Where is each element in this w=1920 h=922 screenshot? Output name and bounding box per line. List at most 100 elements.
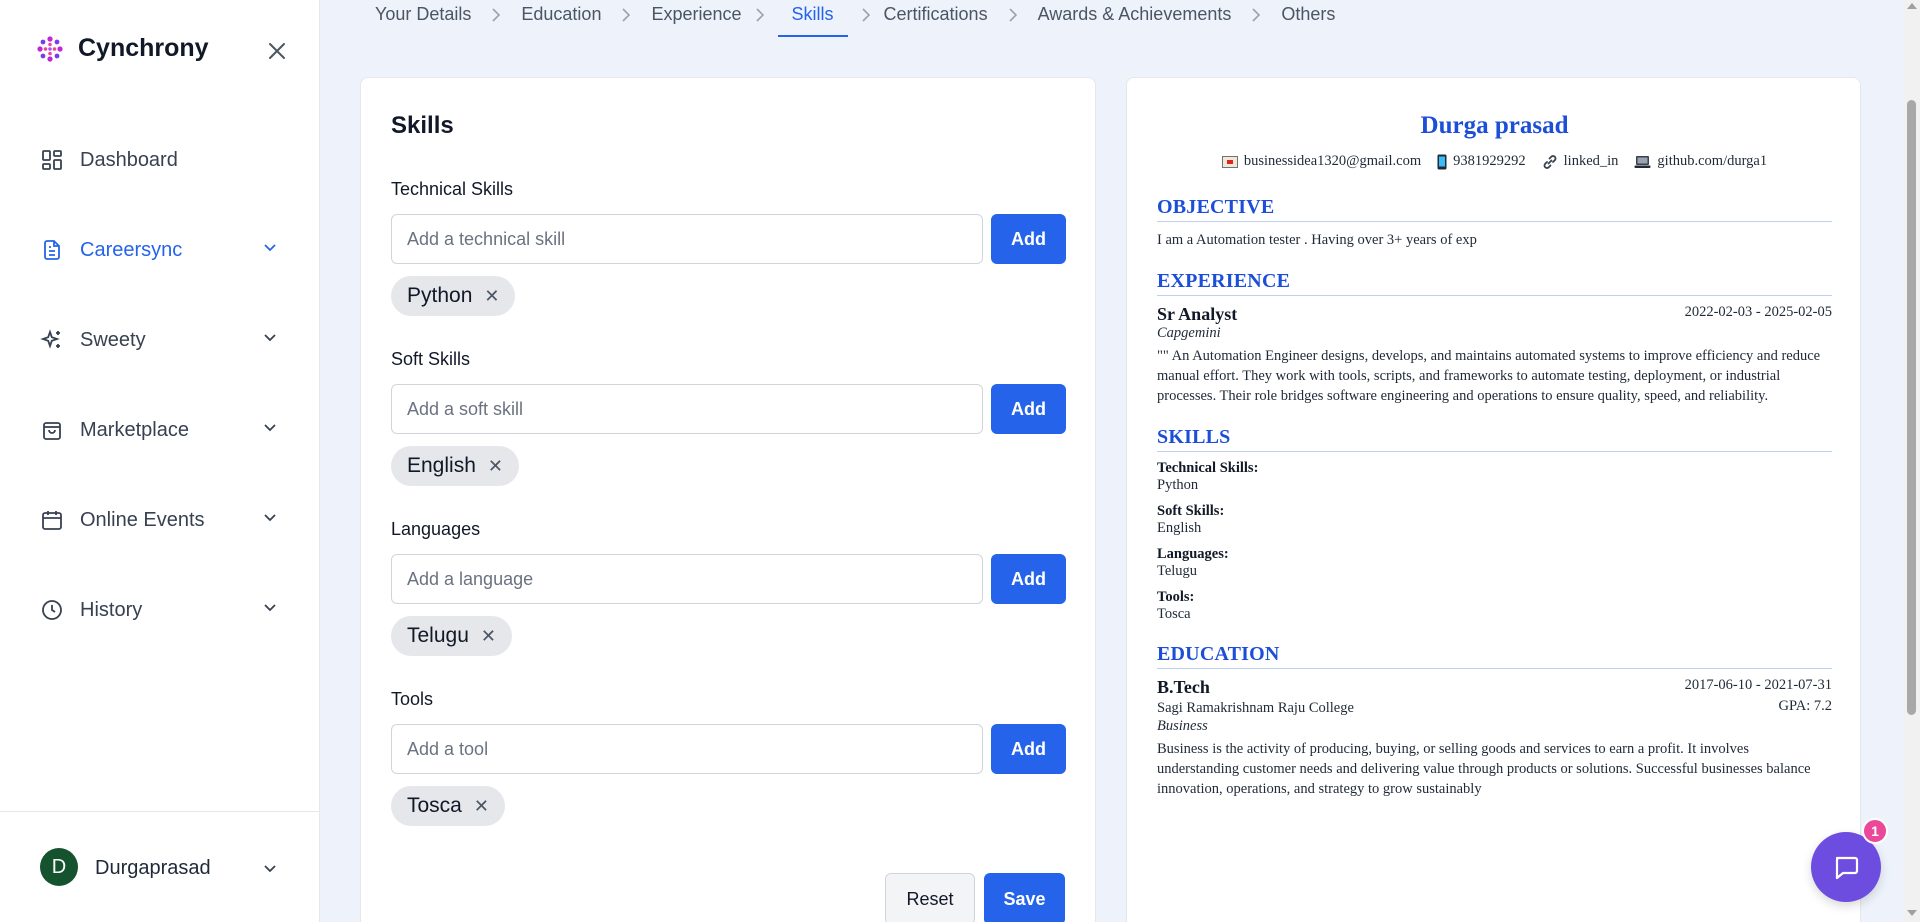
skill-group-value: Tosca: [1157, 606, 1191, 622]
skill-group-label: Tools:: [1157, 589, 1195, 605]
remove-chip-icon[interactable]: ✕: [481, 626, 496, 647]
education-degree: B.Tech: [1157, 677, 1210, 697]
resume-contacts: businessidea1320@gmail.com 9381929292 li…: [1127, 153, 1860, 170]
user-menu[interactable]: D Durgaprasad: [0, 811, 320, 922]
chevron-down-icon: [264, 604, 276, 612]
scroll-down-arrow[interactable]: [1907, 910, 1917, 916]
skills-form-card: Skills Technical Skills Add Python ✕ Sof…: [360, 77, 1096, 922]
skill-group-label: Technical Skills:: [1157, 460, 1259, 476]
technical-skill-input[interactable]: [391, 214, 983, 264]
contact-github[interactable]: github.com/durga1: [1634, 153, 1767, 170]
add-technical-skill-button[interactable]: Add: [991, 214, 1066, 264]
add-tool-button[interactable]: Add: [991, 724, 1066, 774]
sidebar-item-online-events[interactable]: Online Events: [0, 475, 320, 565]
section-label: Tools: [391, 689, 434, 709]
step-certifications[interactable]: Certifications: [884, 0, 988, 37]
skill-group-label: Languages:: [1157, 546, 1229, 562]
soft-skill-input[interactable]: [391, 384, 983, 434]
step-experience[interactable]: Experience: [651, 0, 741, 37]
sidebar-item-history[interactable]: History: [0, 565, 320, 655]
sidebar: Cynchrony Dashboard Careersync Sweety Ma…: [0, 0, 320, 922]
add-language-button[interactable]: Add: [991, 554, 1066, 604]
remove-chip-icon[interactable]: ✕: [488, 456, 503, 477]
education-row: B.Tech 2017-06-10 - 2021-07-31: [1157, 677, 1832, 698]
input-row: Add: [391, 554, 1067, 604]
close-sidebar-button[interactable]: [262, 36, 292, 66]
experience-title: Sr Analyst: [1157, 304, 1238, 324]
chevron-right-icon: [1231, 0, 1281, 22]
skill-group-label: Soft Skills:: [1157, 503, 1225, 519]
chip-label: Telugu: [407, 624, 469, 647]
sidebar-item-label: Marketplace: [80, 418, 189, 441]
app-name: Cynchrony: [78, 34, 209, 62]
sidebar-item-careersync[interactable]: Careersync: [0, 205, 320, 295]
education-dates: 2017-06-10 - 2021-07-31: [1684, 677, 1832, 693]
step-skills[interactable]: Skills: [777, 0, 848, 37]
chevron-down-icon: [264, 334, 276, 342]
section-label: Languages: [391, 519, 481, 539]
resume-body: OBJECTIVE I am a Automation tester . Hav…: [1157, 196, 1832, 799]
skill-chip: Telugu ✕: [391, 616, 512, 656]
contact-linkedin[interactable]: linked_in: [1542, 153, 1619, 170]
tool-input[interactable]: [391, 724, 983, 774]
skill-chip: English ✕: [391, 446, 519, 486]
education-row: Sagi Ramakrishnam Raju College GPA: 7.2: [1157, 698, 1832, 718]
save-button[interactable]: Save: [984, 873, 1065, 922]
soft-skills-section: Soft Skills Add English ✕: [391, 349, 1067, 486]
input-row: Add: [391, 214, 1067, 264]
sidebar-item-label: Careersync: [80, 238, 183, 261]
language-input[interactable]: [391, 554, 983, 604]
experience-dates: 2022-02-03 - 2025-02-05: [1684, 304, 1832, 320]
link-icon: [1543, 154, 1557, 169]
education-description: Business is the activity of producing, b…: [1157, 741, 1811, 797]
chevron-right-icon: [742, 0, 778, 22]
email-text: businessidea1320@gmail.com: [1243, 153, 1422, 169]
scroll-thumb[interactable]: [1907, 100, 1916, 715]
page-scrollbar[interactable]: [1903, 0, 1920, 922]
sidebar-item-label: History: [80, 598, 143, 621]
chevron-down-icon: [264, 514, 276, 522]
scroll-up-arrow[interactable]: [1907, 3, 1917, 9]
tools-section: Tools Add Tosca ✕: [391, 689, 1067, 826]
objective-heading: OBJECTIVE: [1157, 196, 1832, 222]
chip-label: Tosca: [407, 794, 462, 817]
objective-text: I am a Automation tester . Having over 3…: [1157, 232, 1477, 248]
sidebar-item-marketplace[interactable]: Marketplace: [0, 385, 320, 475]
document-icon: [44, 240, 60, 260]
contact-phone: 9381929292: [1437, 153, 1526, 170]
add-soft-skill-button[interactable]: Add: [991, 384, 1066, 434]
brand[interactable]: Cynchrony: [36, 34, 209, 63]
contact-email: businessidea1320@gmail.com: [1221, 153, 1422, 170]
step-awards-achievements[interactable]: Awards & Achievements: [1038, 0, 1232, 37]
linkedin-text: linked_in: [1563, 153, 1619, 169]
step-others[interactable]: Others: [1281, 0, 1335, 37]
skills-heading: SKILLS: [1157, 426, 1832, 452]
education-gpa: GPA: 7.2: [1778, 698, 1832, 714]
github-text: github.com/durga1: [1657, 153, 1768, 169]
skill-group-value: Python: [1157, 477, 1199, 493]
logo-icon: [37, 35, 63, 62]
remove-chip-icon[interactable]: ✕: [484, 286, 499, 307]
notification-badge: 1: [1862, 818, 1888, 844]
education-heading: EDUCATION: [1157, 643, 1832, 669]
envelope-icon: [1221, 155, 1238, 168]
remove-chip-icon[interactable]: ✕: [474, 796, 489, 817]
sparkles-icon: [40, 329, 60, 349]
sidebar-item-sweety[interactable]: Sweety: [0, 295, 320, 385]
sidebar-item-label: Online Events: [80, 508, 205, 531]
calendar-icon: [42, 511, 62, 530]
chevron-down-icon: [264, 244, 276, 252]
shopping-bag-icon: [43, 422, 61, 440]
clock-icon: [42, 600, 62, 620]
section-label: Technical Skills: [391, 179, 514, 199]
chevron-right-icon: [848, 0, 884, 22]
sidebar-nav: Dashboard Careersync Sweety Marketplace …: [0, 115, 320, 655]
sidebar-item-dashboard[interactable]: Dashboard: [0, 115, 320, 205]
chevron-down-icon: [264, 865, 276, 873]
reset-button[interactable]: Reset: [885, 873, 975, 922]
step-your-details[interactable]: Your Details: [375, 0, 471, 37]
step-education[interactable]: Education: [521, 0, 601, 37]
laptop-icon: [1634, 155, 1651, 168]
user-name: Durgaprasad: [95, 857, 211, 879]
chevron-right-icon: [601, 0, 651, 22]
